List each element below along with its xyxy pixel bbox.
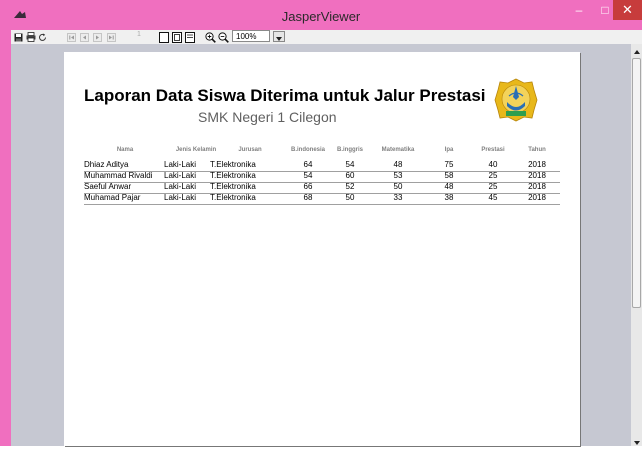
zoom-out-icon[interactable]	[217, 30, 229, 44]
table-cell: 66	[303, 182, 313, 191]
viewer-toolbar: 1 100%	[11, 30, 642, 44]
table-cell: Muhamad Pajar	[84, 193, 141, 202]
table-cell: 58	[444, 171, 454, 180]
table-row: Muhamad Pajar Laki-Laki T.Elektronika 68 50 3…	[84, 193, 560, 205]
table-cell: 40	[488, 160, 498, 169]
table-cell: Muhammad Rivaldi	[84, 171, 153, 180]
table-cell: 50	[393, 182, 403, 191]
table-cell: 64	[303, 160, 313, 169]
column-header: B.inggris	[336, 147, 364, 153]
school-logo	[494, 78, 538, 122]
scroll-down-button[interactable]	[631, 435, 642, 446]
window-title: JasperViewer	[281, 9, 361, 24]
table-cell: 2018	[528, 160, 546, 169]
actual-size-icon[interactable]	[158, 30, 169, 44]
title-bar[interactable]: JasperViewer – □ ✕	[0, 0, 642, 30]
table-cell: Laki-Laki	[164, 193, 197, 202]
fit-page-icon[interactable]	[171, 30, 182, 44]
table-cell: 54	[303, 171, 313, 180]
column-header: Nama	[116, 147, 134, 153]
next-page-icon[interactable]	[92, 30, 102, 44]
vertical-scrollbar[interactable]	[631, 44, 642, 446]
table-cell: 25	[488, 182, 498, 191]
table-cell: 53	[393, 171, 403, 180]
minimize-button[interactable]: –	[566, 0, 592, 20]
table-cell: T.Elektronika	[210, 193, 256, 202]
table-cell: 50	[345, 193, 355, 202]
table-cell: 33	[393, 193, 403, 202]
column-header: Tahun	[528, 147, 546, 153]
arrow-up-icon	[633, 41, 640, 59]
column-header: Jenis Kelamin	[175, 147, 217, 153]
scrollbar-thumb[interactable]	[632, 58, 641, 308]
chevron-down-icon	[276, 28, 282, 46]
page-number-field[interactable]: 1	[137, 31, 147, 42]
window-left-border	[0, 44, 11, 446]
table-cell: 54	[345, 160, 355, 169]
close-button[interactable]: ✕	[613, 0, 642, 20]
first-page-icon[interactable]	[66, 30, 76, 44]
column-header: B.indonesia	[290, 147, 326, 153]
report-page: Laporan Data Siswa Diterima untuk Jalur …	[64, 52, 580, 446]
column-header: Matematika	[381, 147, 415, 153]
table-cell: Dhiaz Aditya	[84, 160, 129, 169]
table-cell: 52	[345, 182, 355, 191]
fit-width-icon[interactable]	[184, 30, 195, 44]
zoom-level-select[interactable]: 100%	[232, 30, 270, 42]
report-subtitle: SMK Negeri 1 Cilegon	[198, 109, 337, 125]
table-cell: Laki-Laki	[164, 182, 197, 191]
table-cell: 60	[345, 171, 355, 180]
column-header: Prestasi	[481, 147, 505, 153]
column-header: Jurusan	[238, 147, 262, 153]
column-header: Ipa	[444, 147, 454, 153]
table-cell: Laki-Laki	[164, 160, 197, 169]
table-cell: 48	[444, 182, 454, 191]
table-cell: T.Elektronika	[210, 182, 256, 191]
reload-icon[interactable]	[37, 30, 47, 44]
arrow-down-icon	[633, 432, 640, 450]
table-cell: T.Elektronika	[210, 160, 256, 169]
table-cell: 45	[488, 193, 498, 202]
table-cell: Saeful Anwar	[84, 182, 132, 191]
table-cell: T.Elektronika	[210, 171, 256, 180]
table-cell: 38	[444, 193, 454, 202]
table-cell: 2018	[528, 182, 546, 191]
previous-page-icon[interactable]	[79, 30, 89, 44]
zoom-in-icon[interactable]	[204, 30, 216, 44]
scroll-up-button[interactable]	[631, 44, 642, 55]
table-cell: 75	[444, 160, 454, 169]
save-icon[interactable]	[13, 30, 23, 44]
table-cell: 2018	[528, 171, 546, 180]
zoom-dropdown-button[interactable]	[273, 31, 285, 42]
report-title: Laporan Data Siswa Diterima untuk Jalur …	[84, 86, 486, 105]
table-cell: 68	[303, 193, 313, 202]
print-icon[interactable]	[25, 30, 36, 44]
table-cell: Laki-Laki	[164, 171, 197, 180]
table-cell: 2018	[528, 193, 546, 202]
last-page-icon[interactable]	[106, 30, 116, 44]
table-cell: 25	[488, 171, 498, 180]
table-cell: 48	[393, 160, 403, 169]
